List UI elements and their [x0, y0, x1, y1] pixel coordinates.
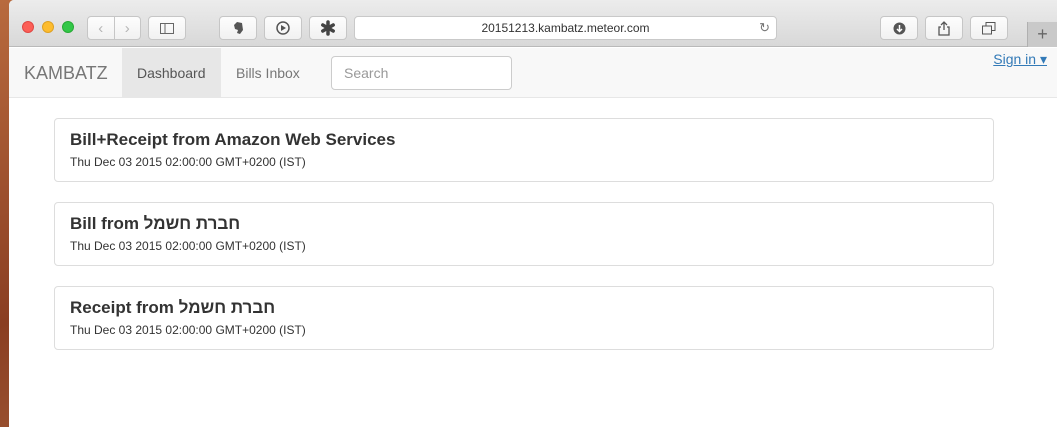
bills-list: Bill+Receipt from Amazon Web Services Th… [54, 118, 994, 370]
item-title: Receipt from חברת חשמל [70, 298, 276, 317]
evernote-icon [234, 22, 243, 34]
download-icon [893, 22, 905, 34]
share-arrow-icon [276, 21, 290, 35]
list-item[interactable]: Bill+Receipt from Amazon Web Services Th… [54, 118, 994, 182]
item-date: Thu Dec 03 2015 02:00:00 GMT+0200 (IST) [70, 323, 306, 337]
sidebar-icon [160, 22, 174, 34]
back-icon[interactable]: ‹ [88, 17, 115, 39]
forward-icon[interactable]: › [115, 17, 141, 39]
item-title: Bill from חברת חשמל [70, 214, 241, 233]
sidebar-toggle-button[interactable] [148, 16, 186, 40]
site-navbar: KAMBATZ Dashboard Bills Inbox [9, 48, 1057, 98]
brand-logo[interactable]: KAMBATZ [24, 48, 108, 98]
plus-icon: + [1037, 24, 1048, 44]
signin-dropdown[interactable]: Sign in ▾ [993, 51, 1047, 68]
reload-icon[interactable]: ↻ [759, 20, 770, 36]
browser-window: ‹ › 20151213.kambatz.meteor.com ↻ + KAMB… [9, 0, 1057, 427]
evernote-extension-button[interactable] [219, 16, 257, 40]
pocket-extension-button[interactable] [264, 16, 302, 40]
zoom-window-button[interactable] [62, 21, 74, 33]
search-input[interactable] [331, 56, 512, 90]
downloads-button[interactable] [880, 16, 918, 40]
tabs-overview-button[interactable] [970, 16, 1008, 40]
browser-toolbar: ‹ › 20151213.kambatz.meteor.com ↻ + [9, 0, 1057, 47]
history-nav: ‹ › [87, 16, 141, 40]
list-item[interactable]: Receipt from חברת חשמל Thu Dec 03 2015 0… [54, 286, 994, 350]
tabs-icon [982, 21, 996, 34]
minimize-window-button[interactable] [42, 21, 54, 33]
tab-bills-inbox[interactable]: Bills Inbox [221, 48, 315, 98]
item-title: Bill+Receipt from Amazon Web Services [70, 130, 396, 149]
address-bar[interactable]: 20151213.kambatz.meteor.com ↻ [354, 16, 777, 40]
new-tab-button[interactable]: + [1027, 22, 1057, 47]
close-window-button[interactable] [22, 21, 34, 33]
list-item[interactable]: Bill from חברת חשמל Thu Dec 03 2015 02:0… [54, 202, 994, 266]
tab-dashboard[interactable]: Dashboard [122, 48, 221, 98]
url-text: 20151213.kambatz.meteor.com [481, 21, 650, 35]
asterisk-icon [321, 20, 335, 36]
share-button[interactable] [925, 16, 963, 40]
item-date: Thu Dec 03 2015 02:00:00 GMT+0200 (IST) [70, 239, 306, 253]
item-date: Thu Dec 03 2015 02:00:00 GMT+0200 (IST) [70, 155, 306, 169]
extension-button[interactable] [309, 16, 347, 40]
share-icon [938, 20, 950, 36]
